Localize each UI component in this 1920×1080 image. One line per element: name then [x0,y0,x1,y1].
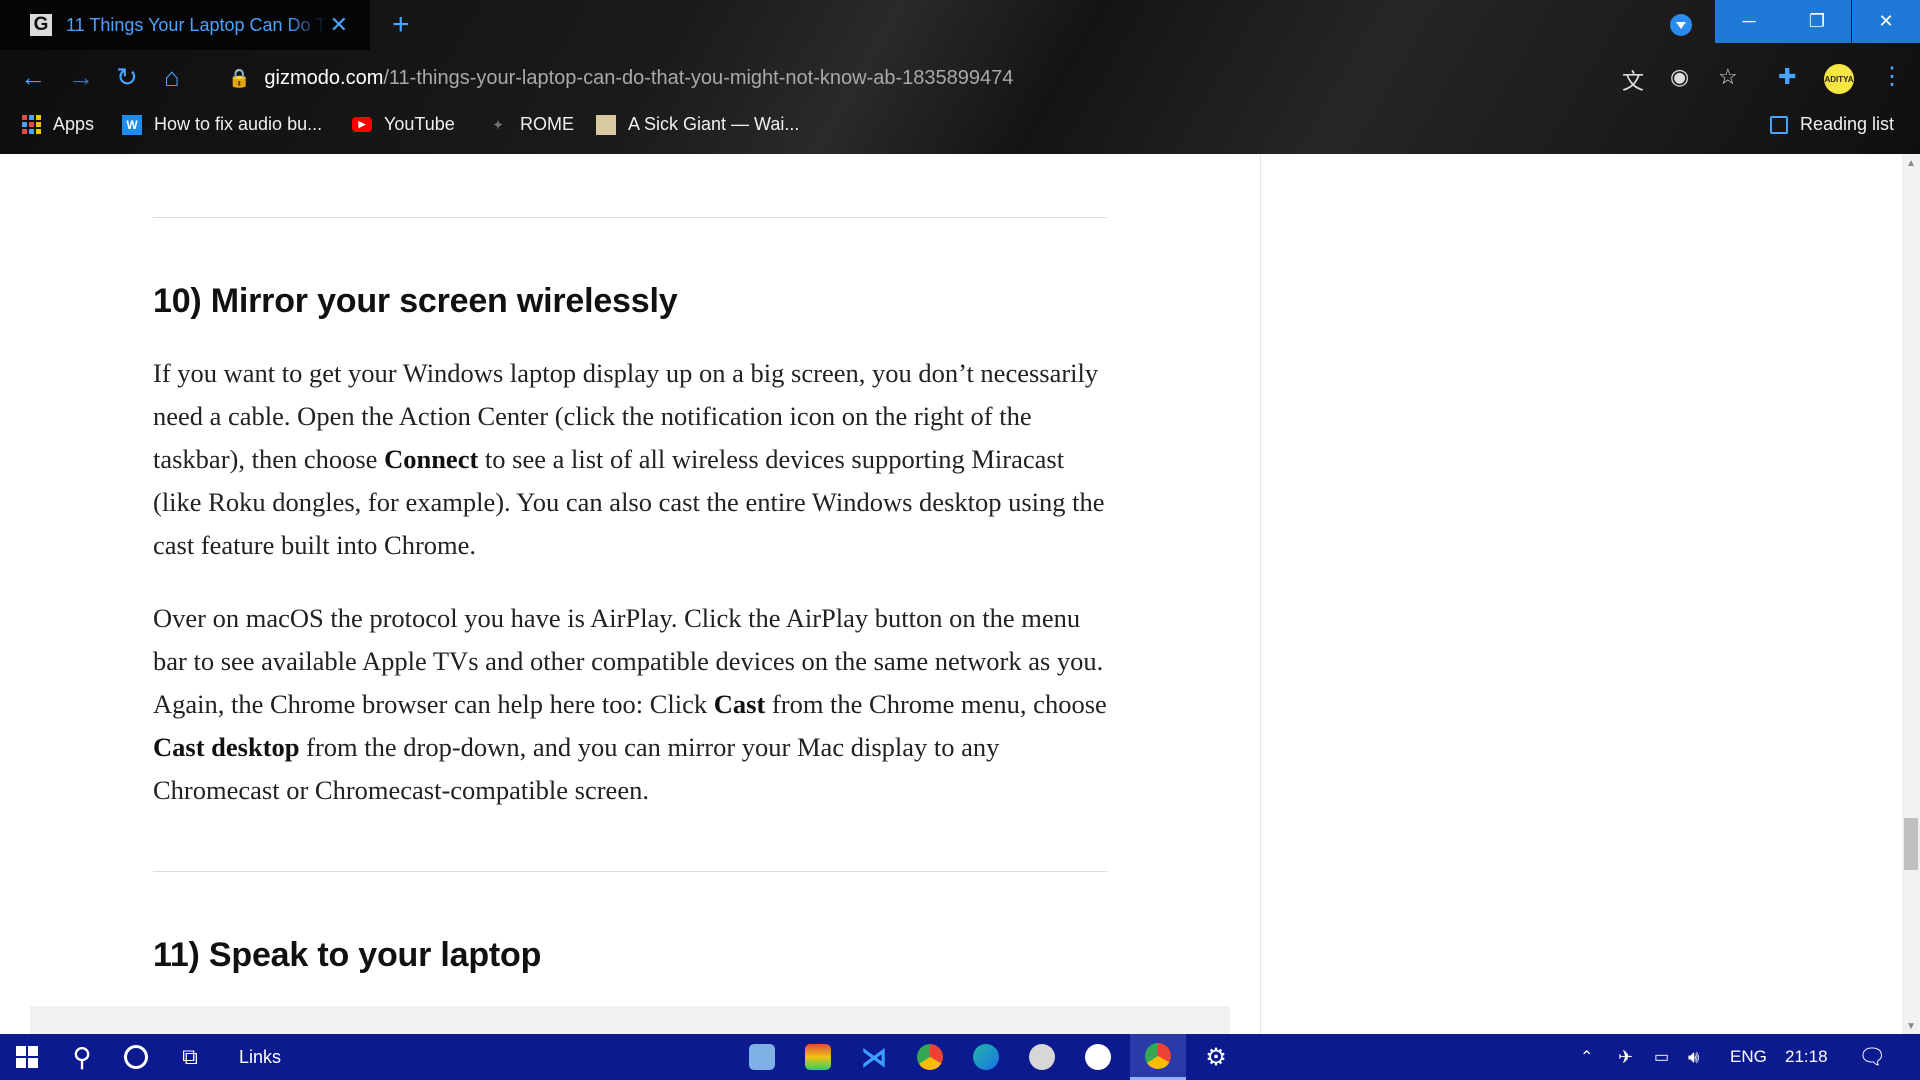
scroll-down-arrow-icon[interactable]: ▼ [1906,1021,1916,1032]
apps-grid-icon [22,115,41,134]
app-icon-bluestacks[interactable] [794,1034,842,1080]
tab-title: 11 Things Your Laptop Can Do That You Mi… [66,14,326,35]
bold-term: Cast desktop [153,732,300,762]
reading-list-icon [1770,115,1788,134]
gizmodo-favicon-icon: G [30,14,52,36]
w-icon: W [122,114,142,135]
profile-avatar[interactable]: ADITYA [1824,64,1854,94]
bookmark-apps[interactable]: Apps [22,114,94,135]
forward-arrow-icon[interactable]: → [68,62,94,93]
reload-icon[interactable]: ↻ [116,62,138,93]
sidebar-divider [1260,154,1261,1034]
youtube-icon: ▶ [352,117,372,132]
airplane-mode-icon[interactable]: ✈ [1618,1034,1633,1080]
section-heading-10: 10) Mirror your screen wirelessly [153,282,678,320]
vscode-icon[interactable]: ⋊ [850,1034,898,1080]
search-icon[interactable]: ⚲ [58,1034,106,1080]
bookmark-label: YouTube [384,114,455,134]
reading-list-label: Reading list [1800,114,1895,134]
scrollbar-thumb[interactable] [1904,818,1918,870]
bookmark-sick-giant[interactable]: A Sick Giant — Wai... [596,114,799,135]
section-heading-11: 11) Speak to your laptop [153,936,542,974]
bookmark-rome[interactable]: ✦ ROME [488,114,574,135]
chrome-icon[interactable] [906,1034,954,1080]
bold-term: Cast [713,689,766,719]
reading-list-button[interactable]: Reading list [1770,114,1894,135]
browser-toolbar: ← → ↻ ⌂ 🔒 gizmodo.com /11-things-your-la… [0,52,1920,102]
edge-icon[interactable] [962,1034,1010,1080]
section-divider [153,871,1107,872]
language-indicator[interactable]: ENG [1730,1034,1767,1080]
paragraph-text: from the Chrome menu, choose [765,689,1107,719]
star-bookmark-icon[interactable]: ☆ [1718,64,1738,90]
section-divider [153,217,1107,218]
eye-off-icon[interactable]: ◉ [1670,64,1689,90]
clock-time[interactable]: 21:18 [1785,1034,1828,1080]
notification-icon[interactable]: 🗨︎ [1858,1034,1886,1080]
app-icon-w[interactable] [1074,1034,1122,1080]
battery-icon[interactable]: ▭ [1654,1034,1669,1080]
bold-term: Connect [384,444,479,474]
bookmark-label: How to fix audio bu... [154,114,323,134]
links-toolbar[interactable]: Links [225,1034,295,1080]
windows-taskbar: ⚲ ⧉ Links ⋊ ⚙ ⌃ ✈ ▭ 🔊︎ ENG 21:18 🗨︎ [0,1034,1920,1080]
app-icon-store[interactable] [738,1034,786,1080]
new-tab-button[interactable]: + [392,8,410,42]
menu-kebab-icon[interactable]: ⋮ [1880,62,1904,91]
bookmark-audio-fix[interactable]: W How to fix audio bu... [122,114,322,135]
article-paragraph-2: Over on macOS the protocol you have is A… [153,597,1113,812]
task-view-icon[interactable]: ⧉ [166,1034,214,1080]
tab-strip: G 11 Things Your Laptop Can Do That You … [0,0,1920,50]
chrome-active-icon[interactable] [1130,1034,1186,1080]
bookmarks-bar: Apps W How to fix audio bu... ▶ YouTube … [0,108,1920,142]
page-viewport: 10) Mirror your screen wirelessly If you… [0,154,1920,1034]
download-indicator-icon[interactable] [1670,14,1692,36]
rome-icon: ✦ [492,117,504,132]
url-host: gizmodo.com [264,66,384,89]
article-paragraph-1: If you want to get your Windows laptop d… [153,352,1113,567]
close-window-button[interactable]: ✕ [1852,0,1920,43]
url-path: /11-things-your-laptop-can-do-that-you-m… [383,66,1014,89]
volume-icon[interactable]: 🔊︎ [1688,1034,1699,1080]
translate-icon[interactable]: 文 [1622,64,1644,96]
cortana-icon[interactable] [112,1034,160,1080]
vertical-scrollbar[interactable]: ▲ ▼ [1902,154,1920,1034]
scroll-up-arrow-icon[interactable]: ▲ [1906,158,1916,169]
minimize-button[interactable]: ─ [1715,0,1783,43]
bookmark-youtube[interactable]: ▶ YouTube [352,114,455,135]
lock-icon[interactable]: 🔒 [228,68,250,89]
app-icon-drive[interactable] [1018,1034,1066,1080]
tab-active[interactable]: G 11 Things Your Laptop Can Do That You … [0,0,370,50]
embed-placeholder [30,1006,1230,1034]
bookmark-label: Apps [53,114,95,134]
browser-chrome: G 11 Things Your Laptop Can Do That You … [0,0,1920,154]
tab-close-icon[interactable]: ✕ [330,12,348,38]
sick-giant-icon [596,114,616,135]
maximize-button[interactable]: ❐ [1783,0,1851,43]
tray-chevron-up-icon[interactable]: ⌃ [1580,1034,1593,1080]
extensions-puzzle-icon[interactable]: ✚ [1778,64,1796,90]
bookmark-label: A Sick Giant — Wai... [628,114,800,134]
bookmark-label: ROME [520,114,574,134]
back-arrow-icon[interactable]: ← [20,62,46,93]
settings-gear-icon[interactable]: ⚙ [1192,1034,1240,1080]
home-icon[interactable]: ⌂ [164,62,180,93]
windows-start-icon[interactable] [0,1034,54,1080]
